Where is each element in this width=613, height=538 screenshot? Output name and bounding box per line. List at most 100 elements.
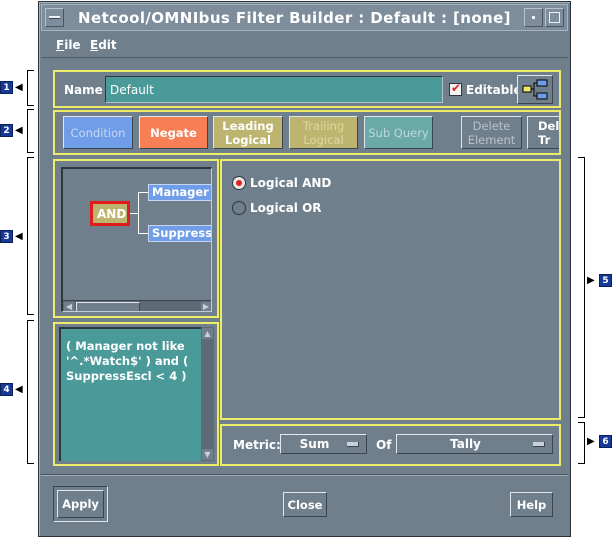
tree-connector-top xyxy=(138,192,148,193)
tree-panel: AND Manager n SuppressE ◀ ▶ xyxy=(53,159,219,318)
menu-file-mnemonic: F xyxy=(56,38,65,52)
sql-vertical-scrollbar[interactable]: ▲ ▼ xyxy=(201,327,214,461)
help-button[interactable]: Help xyxy=(510,492,553,517)
scroll-down-arrow-icon[interactable]: ▼ xyxy=(202,449,213,460)
leading-logical-line2: Logical xyxy=(225,132,271,147)
trailing-logical-button[interactable]: Trailing Logical xyxy=(289,116,358,149)
tree-view[interactable]: AND Manager n SuppressE ◀ ▶ xyxy=(61,167,212,312)
dropdown-indicator-icon xyxy=(347,442,359,447)
tree-node-suppressescl[interactable]: SuppressE xyxy=(148,225,211,242)
logical-and-label[interactable]: Logical AND xyxy=(250,176,331,190)
menu-file[interactable]: File xyxy=(56,38,81,52)
sub-query-button[interactable]: Sub Query xyxy=(364,116,433,149)
scroll-thumb[interactable] xyxy=(76,302,140,311)
negate-button[interactable]: Negate xyxy=(139,116,208,149)
editable-label: Editable xyxy=(466,83,522,97)
title-bar: Netcool/OMNIbus Filter Builder : Default… xyxy=(41,4,568,31)
metric-panel: Metric: Sum Of Tally xyxy=(220,424,561,466)
tree-connector xyxy=(130,213,138,214)
window-menu-button[interactable] xyxy=(45,8,64,27)
sql-panel: ( Manager not like '^.*Watch$' ) and ( S… xyxy=(53,322,219,466)
logical-or-radio[interactable] xyxy=(232,201,246,215)
leading-logical-button[interactable]: Leading Logical xyxy=(213,116,283,149)
close-button[interactable]: Close xyxy=(283,492,327,517)
tree-view-toggle-button[interactable] xyxy=(517,75,553,104)
delete-tree-button[interactable]: Del Tr xyxy=(527,116,560,149)
filter-builder-window: Netcool/OMNIbus Filter Builder : Default… xyxy=(38,1,571,537)
toolbar-panel: Condition Negate Leading Logical Trailin… xyxy=(53,110,561,155)
bottom-separator xyxy=(41,474,568,476)
callout-1: 1 xyxy=(0,81,13,94)
apply-button[interactable]: Apply xyxy=(57,490,104,518)
menu-file-label: ile xyxy=(64,38,81,52)
callout-1-bracket xyxy=(27,70,34,106)
close-button-label: Close xyxy=(287,497,323,512)
name-panel: Name Default ✔ Editable xyxy=(53,70,561,108)
scroll-left-arrow-icon[interactable]: ◀ xyxy=(64,302,74,311)
callout-1-arrow: ◀ xyxy=(15,82,23,93)
metric-column-value: Tally xyxy=(450,437,481,451)
apply-button-default-ring: Apply xyxy=(53,486,108,522)
maximize-button[interactable] xyxy=(545,8,564,27)
callout-6: 6 xyxy=(599,435,612,448)
scroll-up-arrow-icon[interactable]: ▲ xyxy=(202,328,213,339)
callout-5-bracket xyxy=(578,157,585,418)
metric-function-select[interactable]: Sum xyxy=(280,434,367,454)
metric-function-value: Sum xyxy=(299,437,330,451)
checkmark-icon: ✔ xyxy=(451,81,462,95)
metric-column-select[interactable]: Tally xyxy=(396,434,553,454)
tree-root-node-frame[interactable]: AND xyxy=(90,201,130,226)
name-field-value: Default xyxy=(110,83,154,97)
tree-horizontal-scrollbar[interactable]: ◀ ▶ xyxy=(63,300,211,311)
window-menu-icon xyxy=(49,16,60,19)
menu-edit-label: dit xyxy=(98,38,117,52)
menu-edit-mnemonic: E xyxy=(90,38,99,52)
tree-connector-vertical xyxy=(138,192,139,233)
callout-6-arrow: ▶ xyxy=(587,436,595,447)
sub-query-button-label: Sub Query xyxy=(368,125,429,140)
tree-node-manager[interactable]: Manager n xyxy=(148,184,211,201)
callout-2-arrow: ◀ xyxy=(15,125,23,136)
help-button-label: Help xyxy=(516,497,547,512)
tree-root-node: AND xyxy=(97,207,127,221)
callout-6-bracket xyxy=(578,422,585,464)
menu-edit[interactable]: Edit xyxy=(90,38,117,52)
logical-and-radio[interactable] xyxy=(232,176,246,190)
callout-4: 4 xyxy=(0,383,13,396)
editable-checkbox[interactable]: ✔ xyxy=(449,81,462,96)
callout-2: 2 xyxy=(0,124,13,137)
callout-3: 3 xyxy=(0,230,13,243)
dropdown-indicator-icon xyxy=(533,442,545,447)
logical-or-label[interactable]: Logical OR xyxy=(250,201,322,215)
condition-button[interactable]: Condition xyxy=(63,116,133,149)
delete-element-button[interactable]: Delete Element xyxy=(461,116,522,149)
minimize-button[interactable] xyxy=(524,8,543,27)
name-label: Name xyxy=(64,83,103,97)
minimize-icon xyxy=(532,16,535,19)
apply-button-label: Apply xyxy=(62,497,99,511)
window-title: Netcool/OMNIbus Filter Builder : Default… xyxy=(78,9,511,27)
trailing-logical-line2: Logical xyxy=(303,132,344,147)
leading-logical-line1: Leading xyxy=(222,118,274,133)
callout-4-bracket xyxy=(27,320,34,464)
tree-structure-icon xyxy=(522,79,548,100)
callout-3-arrow: ◀ xyxy=(15,231,23,242)
callout-5: 5 xyxy=(599,274,612,287)
delete-tree-line2: Tr xyxy=(538,132,551,147)
name-field[interactable]: Default xyxy=(105,76,443,103)
negate-button-label: Negate xyxy=(150,125,197,140)
sql-text: ( Manager not like '^.*Watch$' ) and ( S… xyxy=(66,339,189,383)
menu-bar: File Edit xyxy=(41,33,568,58)
callout-2-bracket xyxy=(27,109,34,153)
delete-element-line1: Delete xyxy=(472,118,511,133)
scroll-right-arrow-icon[interactable]: ▶ xyxy=(201,302,211,311)
callout-3-bracket xyxy=(27,157,34,315)
callout-4-arrow: ◀ xyxy=(15,384,23,395)
callout-5-arrow: ▶ xyxy=(587,275,595,286)
trailing-logical-line1: Trailing xyxy=(302,118,345,133)
delete-element-line2: Element xyxy=(467,132,516,147)
delete-tree-line1: Del xyxy=(538,118,560,133)
metric-label: Metric: xyxy=(233,438,281,452)
of-label: Of xyxy=(376,438,392,452)
sql-text-area[interactable]: ( Manager not like '^.*Watch$' ) and ( S… xyxy=(59,327,201,461)
